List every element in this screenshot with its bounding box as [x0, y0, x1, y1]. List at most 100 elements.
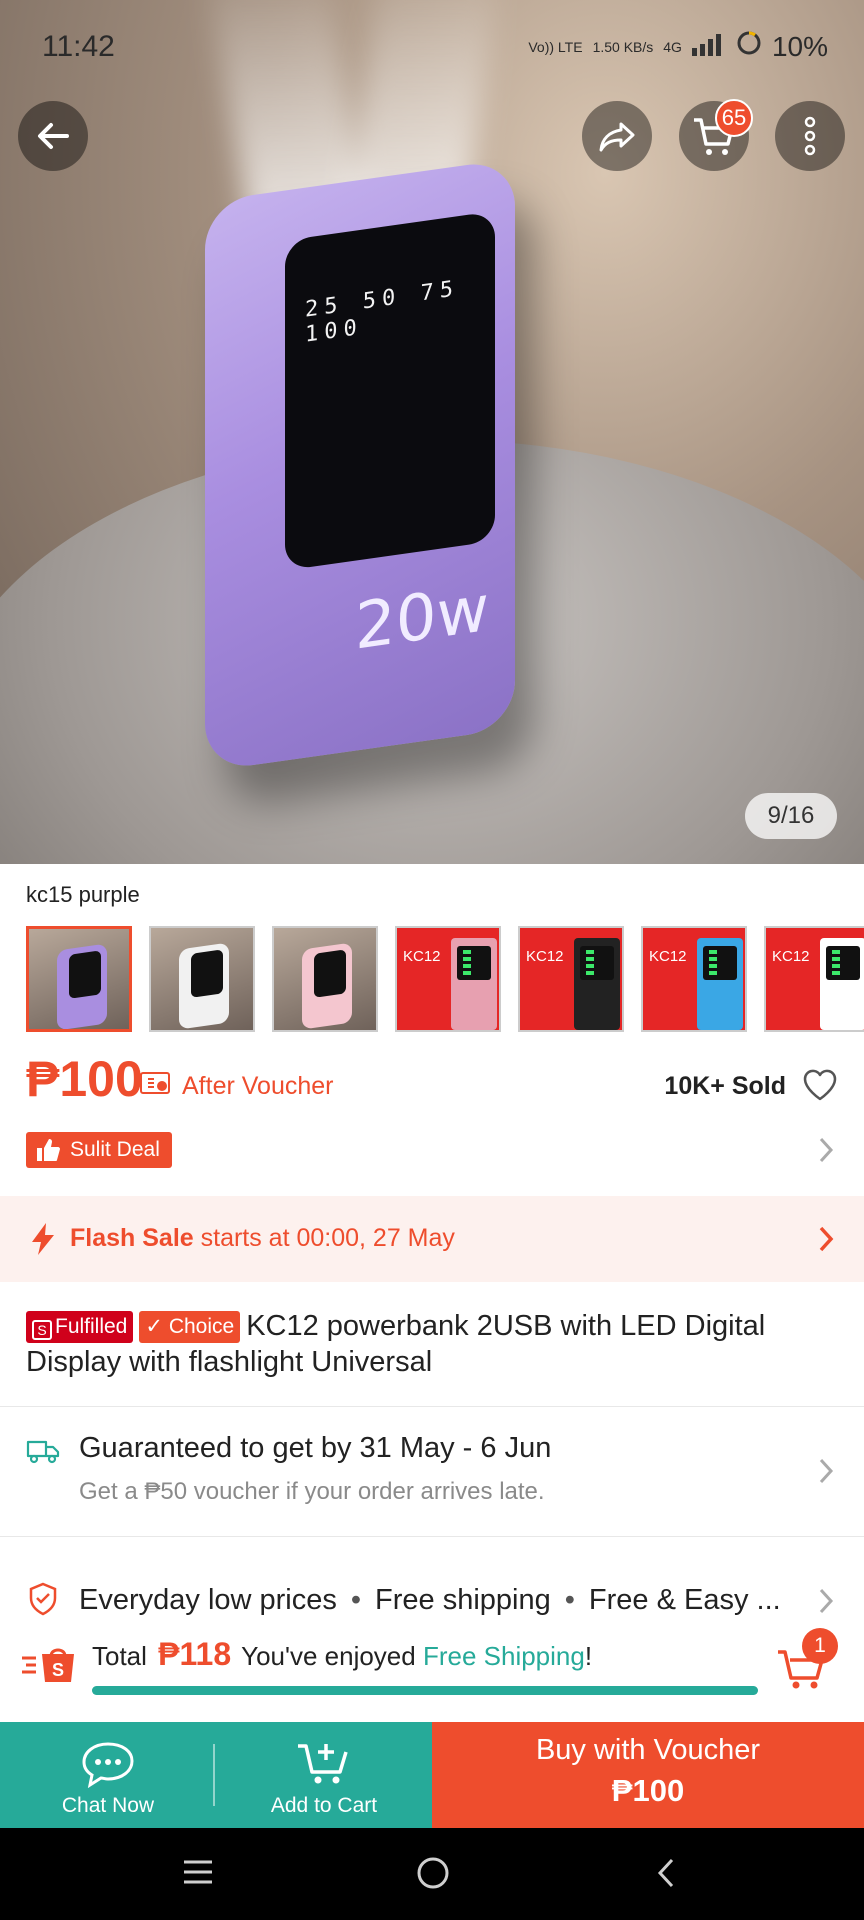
buy-with-voucher-price: ₱100	[611, 1773, 685, 1808]
perk-free-shipping: Free shipping	[375, 1584, 551, 1616]
image-battery-levels: 25 50 75 100	[305, 276, 459, 348]
voucher-icon	[140, 1072, 170, 1094]
sold-count: 10K+ Sold	[664, 1072, 786, 1100]
flash-sale-text: Flash Sale starts at 00:00, 27 May	[70, 1224, 455, 1253]
buy-with-voucher-label: Buy with Voucher	[535, 1734, 761, 1766]
product-title: KC12 powerbank 2USB with LED Digital Dis…	[26, 1310, 766, 1378]
chat-now-button[interactable]: Chat Now	[0, 1722, 216, 1828]
thumbnail-product	[697, 938, 743, 1030]
chevron-right-icon	[819, 1458, 834, 1484]
separator-dot: •	[564, 1584, 575, 1616]
fulfilled-tag: S Fulfilled	[26, 1311, 134, 1343]
choice-label: Choice	[168, 1315, 235, 1338]
product-title-block: S Fulfilled ✓ Choice KC12 powerbank 2USB wi…	[26, 1308, 838, 1380]
variant-thumbnail[interactable]	[149, 926, 255, 1032]
flash-sale-label: Flash Sale	[70, 1224, 194, 1252]
chat-bubble-icon	[82, 1742, 134, 1788]
image-counter: 9/16	[745, 793, 837, 839]
cart-summary-bar[interactable]: S Total ₱118 You've enjoyed Free Shipping…	[0, 1620, 864, 1720]
variant-thumbnail[interactable]: KC12	[518, 926, 624, 1032]
sulit-deal-badge[interactable]: Sulit Deal	[26, 1132, 172, 1168]
free-shipping-progress	[92, 1686, 758, 1695]
free-shipping-prefix: You've enjoyed	[241, 1641, 423, 1671]
variant-thumbnail[interactable]	[26, 926, 132, 1032]
chat-now-label: Chat Now	[61, 1794, 155, 1817]
variant-thumbnail[interactable]: KC12	[395, 926, 501, 1032]
cart-summary-text: Total ₱118 You've enjoyed Free Shipping!	[92, 1636, 592, 1673]
more-button[interactable]	[775, 101, 845, 171]
progress-fill	[92, 1686, 758, 1695]
thumbnail-brand: KC12	[772, 948, 810, 965]
thumbnail-brand: KC12	[403, 948, 441, 965]
share-button[interactable]	[582, 101, 652, 171]
after-voucher-label: After Voucher	[182, 1072, 334, 1100]
perk-free-easy: Free & Easy ...	[588, 1584, 781, 1616]
share-icon	[599, 122, 635, 152]
add-to-cart-button[interactable]: Add to Cart	[216, 1722, 432, 1828]
price-row: ₱100 After Voucher 10K+ Sold	[26, 1050, 838, 1110]
buy-with-voucher-button[interactable]: Buy with Voucher ₱100	[432, 1722, 864, 1828]
choice-tag: ✓ Choice	[139, 1311, 241, 1343]
variant-thumbnail[interactable]: KC12	[764, 926, 864, 1032]
system-navigation-bar	[0, 1828, 864, 1920]
total-amount: ₱118	[158, 1636, 232, 1672]
chevron-right-icon	[819, 1588, 834, 1614]
signal-icon	[691, 31, 726, 63]
image-powerbank: 25 50 75 100 20w	[205, 158, 515, 772]
cart-count-badge: 65	[715, 99, 753, 137]
free-shipping-highlight: Free Shipping	[422, 1641, 585, 1671]
thumbnail-product	[179, 942, 229, 1030]
status-indicators: Vo)) LTE 1.50 KB/s 4G 10%	[528, 30, 828, 63]
perks-row[interactable]: Everyday low prices • Free shipping • Free &…	[0, 1536, 864, 1632]
network-label: Vo)) LTE	[528, 38, 583, 55]
free-shipping-suffix: !	[584, 1641, 593, 1671]
checkmark-icon: ✓	[145, 1315, 163, 1338]
image-powerbank-screen: 25 50 75 100	[285, 211, 495, 571]
image-wattage: 20w	[355, 571, 489, 665]
back-arrow-icon	[38, 123, 69, 149]
perk-low-prices: Everyday low prices	[79, 1584, 337, 1616]
sulit-deal-label: Sulit Deal	[70, 1138, 160, 1161]
total-label: Total	[92, 1641, 147, 1671]
add-to-cart-label: Add to Cart	[270, 1794, 378, 1817]
delivery-truck-icon	[26, 1440, 60, 1464]
back-button[interactable]	[18, 101, 88, 171]
lightning-icon	[32, 1223, 54, 1255]
variant-thumbnail[interactable]	[272, 926, 378, 1032]
variant-thumbnails: KC12 KC12 KC12 KC12	[26, 926, 864, 1032]
shipping-subtitle: Get a ₱50 voucher if your order arrives …	[79, 1478, 545, 1505]
flash-sale-banner[interactable]: Flash Sale starts at 00:00, 27 May	[0, 1196, 864, 1282]
separator-dot: •	[350, 1584, 362, 1616]
thumbs-up-icon	[37, 1139, 60, 1161]
price: ₱100	[26, 1051, 143, 1107]
thumbnail-product	[574, 938, 620, 1030]
thumbnail-brand: KC12	[649, 948, 687, 965]
back-icon[interactable]	[654, 1856, 678, 1890]
thumbnail-product	[302, 942, 352, 1030]
svg-text:S: S	[52, 1660, 64, 1680]
bottom-action-bar: Chat Now Add to Cart Buy with Voucher ₱1…	[0, 1722, 864, 1828]
home-icon[interactable]	[416, 1856, 450, 1890]
shopee-bag-speed-icon: S	[22, 1648, 74, 1682]
battery-percent: 10%	[771, 30, 828, 62]
status-bar: 11:42 Vo)) LTE 1.50 KB/s 4G 10%	[0, 0, 864, 100]
network-speed: 1.50 KB/s	[592, 38, 654, 55]
shipping-guarantee-row[interactable]: Guaranteed to get by 31 May - 6 Jun Get …	[0, 1408, 864, 1536]
chevron-right-icon[interactable]	[816, 1135, 836, 1165]
thumbnail-product	[451, 938, 497, 1030]
perks-list: Everyday low prices • Free shipping • Free &…	[79, 1584, 781, 1617]
thumbnail-product	[820, 938, 864, 1030]
more-vertical-icon	[804, 116, 816, 156]
status-time: 11:42	[42, 30, 115, 63]
heart-icon[interactable]	[802, 1068, 838, 1102]
button-separator	[213, 1744, 215, 1806]
thumbnail-brand: KC12	[526, 948, 564, 965]
network-type: 4G	[663, 38, 682, 55]
divider	[0, 1406, 864, 1407]
shield-check-icon	[29, 1582, 57, 1616]
flash-sale-time: starts at 00:00, 27 May	[193, 1224, 455, 1252]
chevron-right-icon	[819, 1226, 834, 1252]
mini-cart-badge: 1	[802, 1628, 838, 1664]
variant-thumbnail[interactable]: KC12	[641, 926, 747, 1032]
menu-icon[interactable]	[182, 1858, 214, 1886]
